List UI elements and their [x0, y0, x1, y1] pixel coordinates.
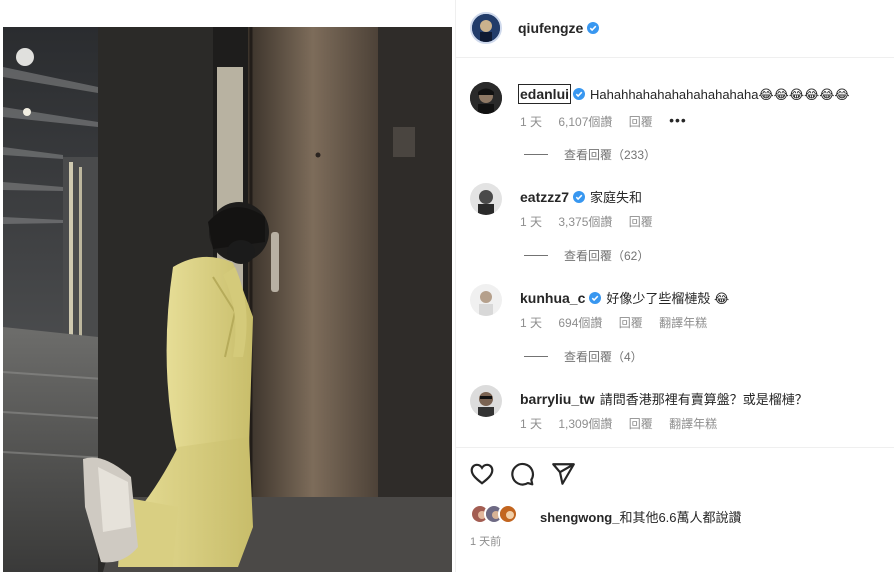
comment-username[interactable]: edanlui	[517, 84, 572, 104]
reply-button[interactable]: 回覆	[619, 316, 643, 330]
comment-avatar[interactable]	[470, 183, 502, 215]
likes-count-text[interactable]: 和其他6.6萬人都說讚	[619, 510, 741, 525]
comment-time[interactable]: 1 天	[520, 215, 542, 229]
view-replies-label: 查看回覆（4）	[564, 350, 643, 364]
comment-avatar[interactable]	[470, 284, 502, 316]
verified-badge-icon	[589, 292, 602, 304]
view-replies-button[interactable]: 查看回覆（62）	[524, 247, 649, 264]
comment-avatar[interactable]	[470, 385, 502, 417]
comment-likes[interactable]: 1,309個讚	[558, 417, 612, 431]
post-time-ago[interactable]: 1 天前	[470, 533, 501, 549]
author-avatar[interactable]	[470, 12, 502, 44]
first-liker-username[interactable]: shengwong_	[540, 510, 619, 525]
comment-likes[interactable]: 694個讚	[558, 316, 602, 330]
comment-time[interactable]: 1 天	[520, 316, 542, 330]
translate-button[interactable]: 翻譯年糕	[659, 316, 707, 330]
author-username[interactable]: qiufengze	[518, 20, 600, 36]
comment-username[interactable]: kunhua_c	[520, 290, 585, 306]
reply-button[interactable]: 回覆	[629, 215, 653, 229]
comment-avatar[interactable]	[470, 82, 502, 114]
comment-text: 請問香港那裡有賣算盤？或是榴槤？	[599, 392, 808, 407]
more-options-icon[interactable]: •••	[669, 112, 687, 128]
view-replies-label: 查看回覆（62）	[564, 249, 650, 263]
post-photo-pane	[0, 0, 455, 572]
post-side-panel: qiufengze edanlui Hahahhahahahahahahahaha…	[456, 0, 894, 572]
replies-dash	[524, 356, 548, 357]
replies-dash	[524, 154, 548, 155]
verified-badge-icon	[573, 88, 586, 100]
replies-dash	[524, 255, 548, 256]
verified-badge-icon	[573, 191, 586, 203]
liker-avatar	[498, 504, 518, 524]
comment-icon[interactable]	[509, 461, 535, 487]
post-photo[interactable]	[3, 27, 452, 572]
view-replies-button[interactable]: 查看回覆（233）	[524, 146, 656, 163]
comment-text: 好像少了些榴槤殼 😂	[606, 291, 730, 306]
actions-divider	[456, 447, 894, 448]
translate-button[interactable]: 翻譯年糕	[669, 417, 717, 431]
reply-button[interactable]: 回覆	[629, 417, 653, 431]
comment-username[interactable]: eatzzz7	[520, 189, 569, 205]
comment-username[interactable]: barryliu_tw	[520, 391, 595, 407]
reply-button[interactable]: 回覆	[629, 115, 653, 129]
verified-badge-icon	[587, 22, 600, 34]
comment-time[interactable]: 1 天	[520, 115, 542, 129]
view-replies-label: 查看回覆（233）	[564, 148, 657, 162]
comment-time[interactable]: 1 天	[520, 417, 542, 431]
comment-likes[interactable]: 3,375個讚	[558, 215, 612, 229]
comment-text: Hahahhahahahahahahahaha😂😂😂😂😂😂	[590, 87, 850, 102]
comment-likes[interactable]: 6,107個讚	[558, 115, 612, 129]
send-icon[interactable]	[550, 461, 576, 487]
heart-icon[interactable]	[469, 461, 495, 487]
view-replies-button[interactable]: 查看回覆（4）	[524, 348, 643, 365]
comment-text: 家庭失和	[590, 190, 643, 205]
post-header: qiufengze	[456, 0, 894, 58]
